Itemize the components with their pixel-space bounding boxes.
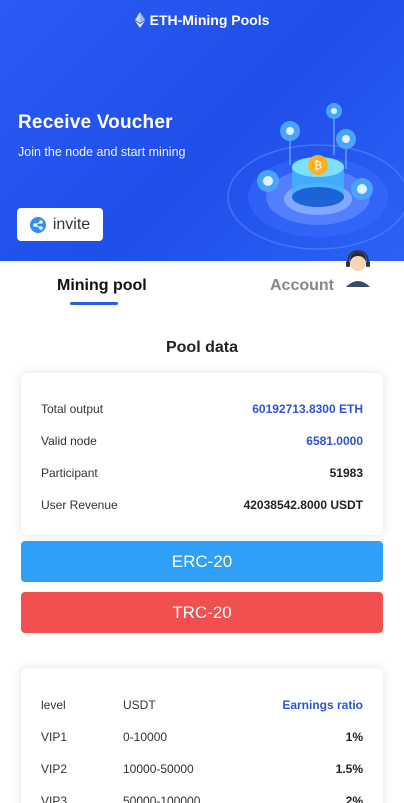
range-cell: 10000-50000 — [123, 762, 194, 776]
pool-row-total-output: Total output 60192713.8300 ETH — [41, 402, 363, 416]
ratio-cell: 1% — [345, 730, 363, 744]
erc20-button[interactable]: ERC-20 — [21, 541, 383, 582]
crypto-platform-illustration: ₿ — [227, 103, 404, 250]
row-value: 51983 — [329, 466, 363, 480]
range-cell: 50000-100000 — [123, 794, 201, 803]
level-cell: VIP1 — [41, 730, 68, 744]
invite-label: invite — [52, 215, 91, 233]
tab-mining-pool[interactable]: Mining pool — [57, 277, 147, 295]
app-title: ETH-Mining Pools — [149, 12, 270, 28]
table-row: VIP2 10000-50000 1.5% — [41, 762, 363, 778]
row-value: 42038542.8000 USDT — [243, 498, 363, 512]
row-label: User Revenue — [41, 498, 118, 512]
customer-support-icon[interactable] — [340, 243, 376, 289]
row-value: 6581.0000 — [306, 434, 363, 448]
table-row: VIP1 0-10000 1% — [41, 730, 363, 746]
level-cell: VIP2 — [41, 762, 68, 776]
level-header: level — [41, 698, 66, 712]
levels-header-row: level USDT Earnings ratio — [41, 698, 363, 714]
range-cell: 0-10000 — [123, 730, 168, 744]
trc20-button[interactable]: TRC-20 — [21, 592, 383, 633]
earnings-ratio-header: Earnings ratio — [282, 698, 363, 712]
hero-heading: Receive Voucher — [18, 112, 173, 133]
active-tab-indicator — [70, 302, 118, 305]
tab-account[interactable]: Account — [270, 277, 334, 295]
invite-button[interactable]: invite — [17, 208, 103, 241]
level-cell: VIP3 — [41, 794, 68, 803]
row-label: Participant — [41, 466, 98, 480]
app-header: ETH-Mining Pools — [0, 12, 404, 28]
pool-row-user-revenue: User Revenue 42038542.8000 USDT — [41, 498, 363, 512]
pool-data-card: Total output 60192713.8300 ETH Valid nod… — [21, 373, 383, 535]
usdt-header: USDT — [123, 698, 156, 712]
svg-text:₿: ₿ — [314, 160, 322, 172]
hero-banner: ETH-Mining Pools Receive Voucher Join th… — [0, 0, 404, 261]
row-label: Valid node — [41, 434, 97, 448]
share-icon — [29, 216, 46, 233]
row-value: 60192713.8300 ETH — [252, 402, 363, 416]
ratio-cell: 2% — [345, 794, 363, 803]
vip-levels-card: level USDT Earnings ratio VIP1 0-10000 1… — [21, 668, 383, 803]
table-row: VIP3 50000-100000 2% — [41, 794, 363, 803]
ratio-cell: 1.5% — [335, 762, 363, 776]
hero-subtitle: Join the node and start mining — [18, 145, 186, 159]
pool-row-participant: Participant 51983 — [41, 466, 363, 480]
pool-row-valid-node: Valid node 6581.0000 — [41, 434, 363, 448]
ethereum-icon — [134, 12, 145, 28]
row-label: Total output — [41, 402, 104, 416]
pool-data-title: Pool data — [165, 339, 238, 356]
